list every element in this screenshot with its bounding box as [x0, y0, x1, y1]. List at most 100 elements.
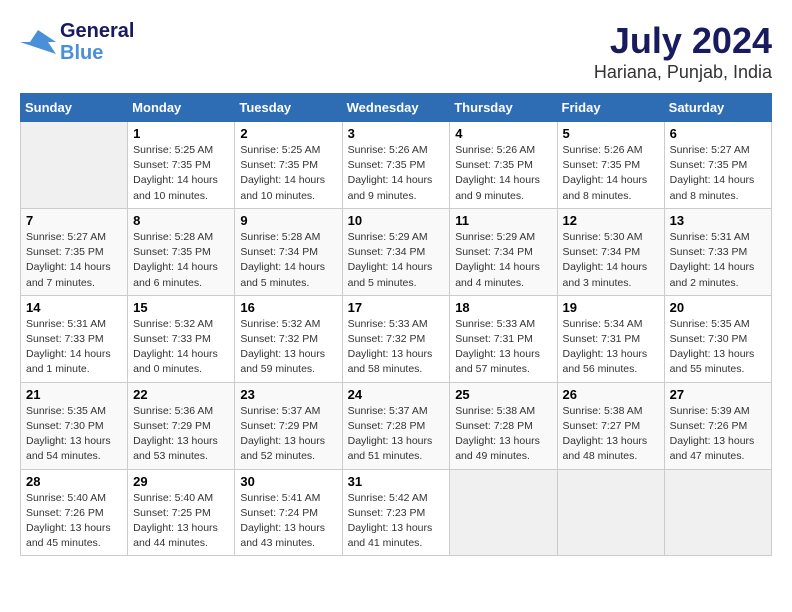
- cell-info: Sunrise: 5:36 AM Sunset: 7:29 PM Dayligh…: [133, 404, 229, 465]
- calendar-table: SundayMondayTuesdayWednesdayThursdayFrid…: [20, 93, 772, 556]
- calendar-cell: 28Sunrise: 5:40 AM Sunset: 7:26 PM Dayli…: [21, 469, 128, 556]
- day-number: 15: [133, 300, 229, 315]
- day-number: 24: [348, 387, 445, 402]
- cell-info: Sunrise: 5:27 AM Sunset: 7:35 PM Dayligh…: [670, 143, 766, 204]
- cell-info: Sunrise: 5:26 AM Sunset: 7:35 PM Dayligh…: [455, 143, 551, 204]
- calendar-cell: 30Sunrise: 5:41 AM Sunset: 7:24 PM Dayli…: [235, 469, 342, 556]
- day-number: 14: [26, 300, 122, 315]
- calendar-week-row: 7 Sunrise: 5:27 AM Sunset: 7:35 PM Daylig…: [21, 208, 772, 295]
- cell-info: Sunrise: 5:35 AM Sunset: 7:30 PM Dayligh…: [26, 404, 122, 465]
- day-number: 20: [670, 300, 766, 315]
- calendar-cell: 3 Sunrise: 5:26 AM Sunset: 7:35 PM Daylig…: [342, 122, 450, 209]
- calendar-cell: 19Sunrise: 5:34 AM Sunset: 7:31 PM Dayli…: [557, 295, 664, 382]
- day-number: 29: [133, 474, 229, 489]
- day-number: 1: [133, 126, 229, 141]
- day-number: 28: [26, 474, 122, 489]
- cell-info: Sunrise: 5:29 AM Sunset: 7:34 PM Dayligh…: [455, 230, 551, 291]
- logo: General Blue: [20, 20, 134, 64]
- cell-info: Sunrise: 5:37 AM Sunset: 7:28 PM Dayligh…: [348, 404, 445, 465]
- cell-info: Sunrise: 5:26 AM Sunset: 7:35 PM Dayligh…: [563, 143, 659, 204]
- calendar-cell: 24 Sunrise: 5:37 AM Sunset: 7:28 PM Dayli…: [342, 382, 450, 469]
- calendar-cell: 31 Sunrise: 5:42 AM Sunset: 7:23 PM Dayli…: [342, 469, 450, 556]
- header-cell-sunday: Sunday: [21, 94, 128, 122]
- day-number: 7: [26, 213, 122, 228]
- day-number: 3: [348, 126, 445, 141]
- title-block: July 2024 Hariana, Punjab, India: [594, 20, 772, 83]
- cell-info: Sunrise: 5:40 AM Sunset: 7:25 PM Dayligh…: [133, 491, 229, 552]
- cell-info: Sunrise: 5:33 AM Sunset: 7:32 PM Dayligh…: [348, 317, 445, 378]
- calendar-cell: 11Sunrise: 5:29 AM Sunset: 7:34 PM Dayli…: [450, 208, 557, 295]
- day-number: 23: [240, 387, 336, 402]
- cell-info: Sunrise: 5:34 AM Sunset: 7:31 PM Dayligh…: [563, 317, 659, 378]
- month-year-title: July 2024: [594, 20, 772, 62]
- location-title: Hariana, Punjab, India: [594, 62, 772, 83]
- day-number: 18: [455, 300, 551, 315]
- calendar-cell: 17 Sunrise: 5:33 AM Sunset: 7:32 PM Dayli…: [342, 295, 450, 382]
- day-number: 8: [133, 213, 229, 228]
- day-number: 31: [348, 474, 445, 489]
- calendar-cell: 29 Sunrise: 5:40 AM Sunset: 7:25 PM Dayli…: [128, 469, 235, 556]
- logo-line1: General: [60, 20, 134, 42]
- day-number: 22: [133, 387, 229, 402]
- calendar-cell: 14 Sunrise: 5:31 AM Sunset: 7:33 PM Dayli…: [21, 295, 128, 382]
- cell-info: Sunrise: 5:31 AM Sunset: 7:33 PM Dayligh…: [26, 317, 122, 378]
- day-number: 2: [240, 126, 336, 141]
- logo-line2: Blue: [60, 42, 134, 64]
- cell-info: Sunrise: 5:38 AM Sunset: 7:28 PM Dayligh…: [455, 404, 551, 465]
- calendar-week-row: 1 Sunrise: 5:25 AM Sunset: 7:35 PM Daylig…: [21, 122, 772, 209]
- calendar-cell: 23 Sunrise: 5:37 AM Sunset: 7:29 PM Dayli…: [235, 382, 342, 469]
- calendar-cell: 15 Sunrise: 5:32 AM Sunset: 7:33 PM Dayli…: [128, 295, 235, 382]
- cell-info: Sunrise: 5:38 AM Sunset: 7:27 PM Dayligh…: [563, 404, 659, 465]
- calendar-cell: 9Sunrise: 5:28 AM Sunset: 7:34 PM Daylig…: [235, 208, 342, 295]
- cell-info: Sunrise: 5:42 AM Sunset: 7:23 PM Dayligh…: [348, 491, 445, 552]
- calendar-cell: 1 Sunrise: 5:25 AM Sunset: 7:35 PM Daylig…: [128, 122, 235, 209]
- cell-info: Sunrise: 5:31 AM Sunset: 7:33 PM Dayligh…: [670, 230, 766, 291]
- calendar-week-row: 14 Sunrise: 5:31 AM Sunset: 7:33 PM Dayli…: [21, 295, 772, 382]
- header-cell-friday: Friday: [557, 94, 664, 122]
- day-number: 10: [348, 213, 445, 228]
- cell-info: Sunrise: 5:32 AM Sunset: 7:33 PM Dayligh…: [133, 317, 229, 378]
- cell-info: Sunrise: 5:29 AM Sunset: 7:34 PM Dayligh…: [348, 230, 445, 291]
- day-number: 17: [348, 300, 445, 315]
- calendar-cell: 20 Sunrise: 5:35 AM Sunset: 7:30 PM Dayli…: [664, 295, 771, 382]
- calendar-cell: 25Sunrise: 5:38 AM Sunset: 7:28 PM Dayli…: [450, 382, 557, 469]
- day-number: 27: [670, 387, 766, 402]
- cell-info: Sunrise: 5:39 AM Sunset: 7:26 PM Dayligh…: [670, 404, 766, 465]
- calendar-cell: 27 Sunrise: 5:39 AM Sunset: 7:26 PM Dayli…: [664, 382, 771, 469]
- day-number: 6: [670, 126, 766, 141]
- calendar-week-row: 28Sunrise: 5:40 AM Sunset: 7:26 PM Dayli…: [21, 469, 772, 556]
- day-number: 4: [455, 126, 551, 141]
- logo-icon: [20, 28, 56, 56]
- cell-info: Sunrise: 5:26 AM Sunset: 7:35 PM Dayligh…: [348, 143, 445, 204]
- cell-info: Sunrise: 5:28 AM Sunset: 7:35 PM Dayligh…: [133, 230, 229, 291]
- cell-info: Sunrise: 5:35 AM Sunset: 7:30 PM Dayligh…: [670, 317, 766, 378]
- calendar-cell: 5Sunrise: 5:26 AM Sunset: 7:35 PM Daylig…: [557, 122, 664, 209]
- header-cell-tuesday: Tuesday: [235, 94, 342, 122]
- day-number: 21: [26, 387, 122, 402]
- cell-info: Sunrise: 5:37 AM Sunset: 7:29 PM Dayligh…: [240, 404, 336, 465]
- calendar-cell: 21 Sunrise: 5:35 AM Sunset: 7:30 PM Dayli…: [21, 382, 128, 469]
- calendar-cell: [450, 469, 557, 556]
- calendar-cell: [557, 469, 664, 556]
- calendar-cell: 26Sunrise: 5:38 AM Sunset: 7:27 PM Dayli…: [557, 382, 664, 469]
- header-cell-saturday: Saturday: [664, 94, 771, 122]
- calendar-cell: 2 Sunrise: 5:25 AM Sunset: 7:35 PM Daylig…: [235, 122, 342, 209]
- header-cell-wednesday: Wednesday: [342, 94, 450, 122]
- calendar-cell: 13 Sunrise: 5:31 AM Sunset: 7:33 PM Dayli…: [664, 208, 771, 295]
- cell-info: Sunrise: 5:41 AM Sunset: 7:24 PM Dayligh…: [240, 491, 336, 552]
- cell-info: Sunrise: 5:30 AM Sunset: 7:34 PM Dayligh…: [563, 230, 659, 291]
- calendar-cell: [664, 469, 771, 556]
- cell-info: Sunrise: 5:28 AM Sunset: 7:34 PM Dayligh…: [240, 230, 336, 291]
- page-header: General Blue July 2024 Hariana, Punjab, …: [20, 20, 772, 83]
- calendar-cell: [21, 122, 128, 209]
- calendar-cell: 10 Sunrise: 5:29 AM Sunset: 7:34 PM Dayli…: [342, 208, 450, 295]
- calendar-week-row: 21 Sunrise: 5:35 AM Sunset: 7:30 PM Dayli…: [21, 382, 772, 469]
- cell-info: Sunrise: 5:25 AM Sunset: 7:35 PM Dayligh…: [133, 143, 229, 204]
- cell-info: Sunrise: 5:27 AM Sunset: 7:35 PM Dayligh…: [26, 230, 122, 291]
- calendar-cell: 18Sunrise: 5:33 AM Sunset: 7:31 PM Dayli…: [450, 295, 557, 382]
- day-number: 13: [670, 213, 766, 228]
- calendar-cell: 16Sunrise: 5:32 AM Sunset: 7:32 PM Dayli…: [235, 295, 342, 382]
- calendar-cell: 7 Sunrise: 5:27 AM Sunset: 7:35 PM Daylig…: [21, 208, 128, 295]
- cell-info: Sunrise: 5:25 AM Sunset: 7:35 PM Dayligh…: [240, 143, 336, 204]
- calendar-cell: 22 Sunrise: 5:36 AM Sunset: 7:29 PM Dayli…: [128, 382, 235, 469]
